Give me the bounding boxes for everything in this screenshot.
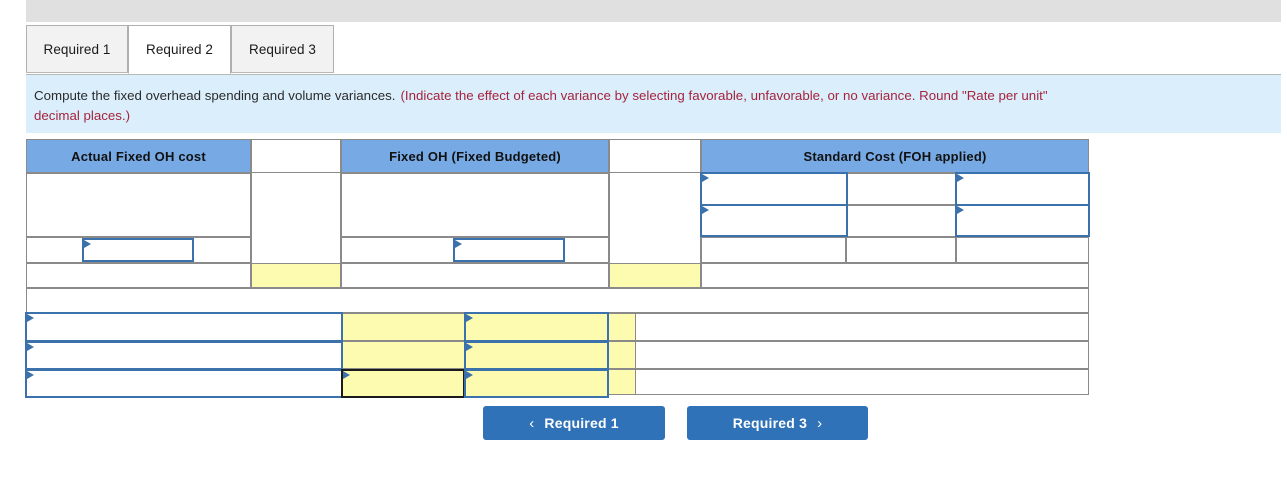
- entry-marker-icon: [27, 343, 34, 351]
- cell-standard-mid-3: [846, 237, 956, 263]
- input-variance-effect-2[interactable]: [464, 341, 609, 370]
- tab-required-1[interactable]: Required 1: [26, 25, 128, 73]
- tab-required-3[interactable]: Required 3: [231, 25, 334, 73]
- column-header-spacer-2: [609, 139, 701, 173]
- chevron-right-icon: ›: [817, 414, 823, 432]
- cell-actual-total-row: [26, 263, 251, 288]
- cell-standard-mid-1: [846, 173, 956, 205]
- cell-variance-amount-2: [341, 341, 466, 369]
- header-label: Actual Fixed OH cost: [71, 148, 206, 164]
- column-header-fixed-oh-budgeted: Fixed OH (Fixed Budgeted): [341, 139, 609, 173]
- column-header-actual-fixed-oh-cost: Actual Fixed OH cost: [26, 139, 251, 173]
- cell-spacer-1-blank: [251, 173, 341, 237]
- cell-variance-blank-2: [636, 341, 1089, 369]
- entry-marker-icon: [957, 174, 964, 182]
- header-label: Fixed OH (Fixed Budgeted): [389, 148, 561, 164]
- cell-spacer-2-blank: [609, 173, 701, 237]
- tab-label: Required 2: [145, 42, 214, 57]
- cell-variance-blank-1: [636, 313, 1089, 341]
- input-variance-label-3[interactable]: [25, 369, 343, 398]
- instruction-line-2: decimal places.): [34, 108, 131, 123]
- cell-standard-b3: [956, 237, 1089, 263]
- entry-marker-icon: [466, 343, 473, 351]
- input-fixed-oh-budgeted[interactable]: [453, 238, 565, 262]
- tab-strip: Required 1 Required 2 Required 3: [26, 25, 1281, 75]
- input-variance-effect-3[interactable]: [464, 369, 609, 398]
- cell-standard-mid-2: [846, 205, 956, 237]
- entry-marker-icon: [702, 174, 709, 182]
- cell-standard-total-row: [701, 263, 1089, 288]
- entry-marker-icon: [702, 206, 709, 214]
- header-label: Standard Cost (FOH applied): [803, 148, 987, 164]
- tab-label: Required 3: [248, 41, 317, 57]
- entry-marker-icon: [27, 371, 34, 379]
- input-standard-cost-a2[interactable]: [700, 204, 848, 237]
- instruction-line-1: Compute the fixed overhead spending and …: [34, 86, 1281, 106]
- input-standard-cost-b2[interactable]: [955, 204, 1090, 237]
- entry-marker-icon: [84, 240, 91, 248]
- column-header-spacer-1: [251, 139, 341, 173]
- cell-standard-a3: [701, 237, 846, 263]
- entry-marker-icon: [957, 206, 964, 214]
- cell-separator-row: [26, 288, 1089, 313]
- previous-required-1-button[interactable]: ‹ Required 1: [483, 406, 665, 440]
- instruction-panel: Compute the fixed overhead spending and …: [26, 75, 1281, 133]
- entry-marker-icon: [455, 240, 462, 248]
- cell-highlight-spacer-2[interactable]: [609, 263, 701, 288]
- column-header-standard-cost: Standard Cost (FOH applied): [701, 139, 1089, 173]
- next-required-3-button[interactable]: Required 3 ›: [687, 406, 868, 440]
- input-variance-label-1[interactable]: [25, 312, 343, 342]
- entry-marker-icon: [343, 371, 350, 379]
- cell-actual-blank: [26, 173, 251, 237]
- cell-spacer-2-entry-row: [609, 237, 701, 263]
- input-variance-effect-1[interactable]: [464, 312, 609, 342]
- cell-variance-amount-1: [341, 313, 466, 341]
- cell-spacer-1-entry-row: [251, 237, 341, 263]
- variance-worksheet: Actual Fixed OH cost Fixed OH (Fixed Bud…: [25, 139, 1090, 398]
- input-variance-label-2[interactable]: [25, 341, 343, 370]
- instruction-note-text: (Indicate the effect of each variance by…: [400, 88, 1048, 103]
- input-standard-cost-a1[interactable]: [700, 172, 848, 206]
- cell-fixed-oh-total-row: [341, 263, 609, 288]
- chevron-left-icon: ‹: [529, 414, 535, 432]
- cell-fixed-oh-blank: [341, 173, 609, 237]
- entry-marker-icon: [466, 314, 473, 322]
- input-actual-fixed-oh[interactable]: [82, 238, 194, 262]
- tab-required-2[interactable]: Required 2: [128, 25, 231, 74]
- entry-marker-icon: [466, 371, 473, 379]
- entry-marker-icon: [27, 314, 34, 322]
- cell-highlight-spacer-1[interactable]: [251, 263, 341, 288]
- window-top-bar: [26, 0, 1281, 22]
- previous-button-label: Required 1: [544, 415, 619, 431]
- input-variance-amount-3[interactable]: [341, 369, 465, 398]
- tab-label: Required 1: [43, 41, 111, 57]
- input-standard-cost-b1[interactable]: [955, 172, 1090, 206]
- cell-variance-blank-3: [636, 369, 1089, 395]
- instruction-main-text: Compute the fixed overhead spending and …: [34, 88, 396, 103]
- next-button-label: Required 3: [732, 415, 808, 431]
